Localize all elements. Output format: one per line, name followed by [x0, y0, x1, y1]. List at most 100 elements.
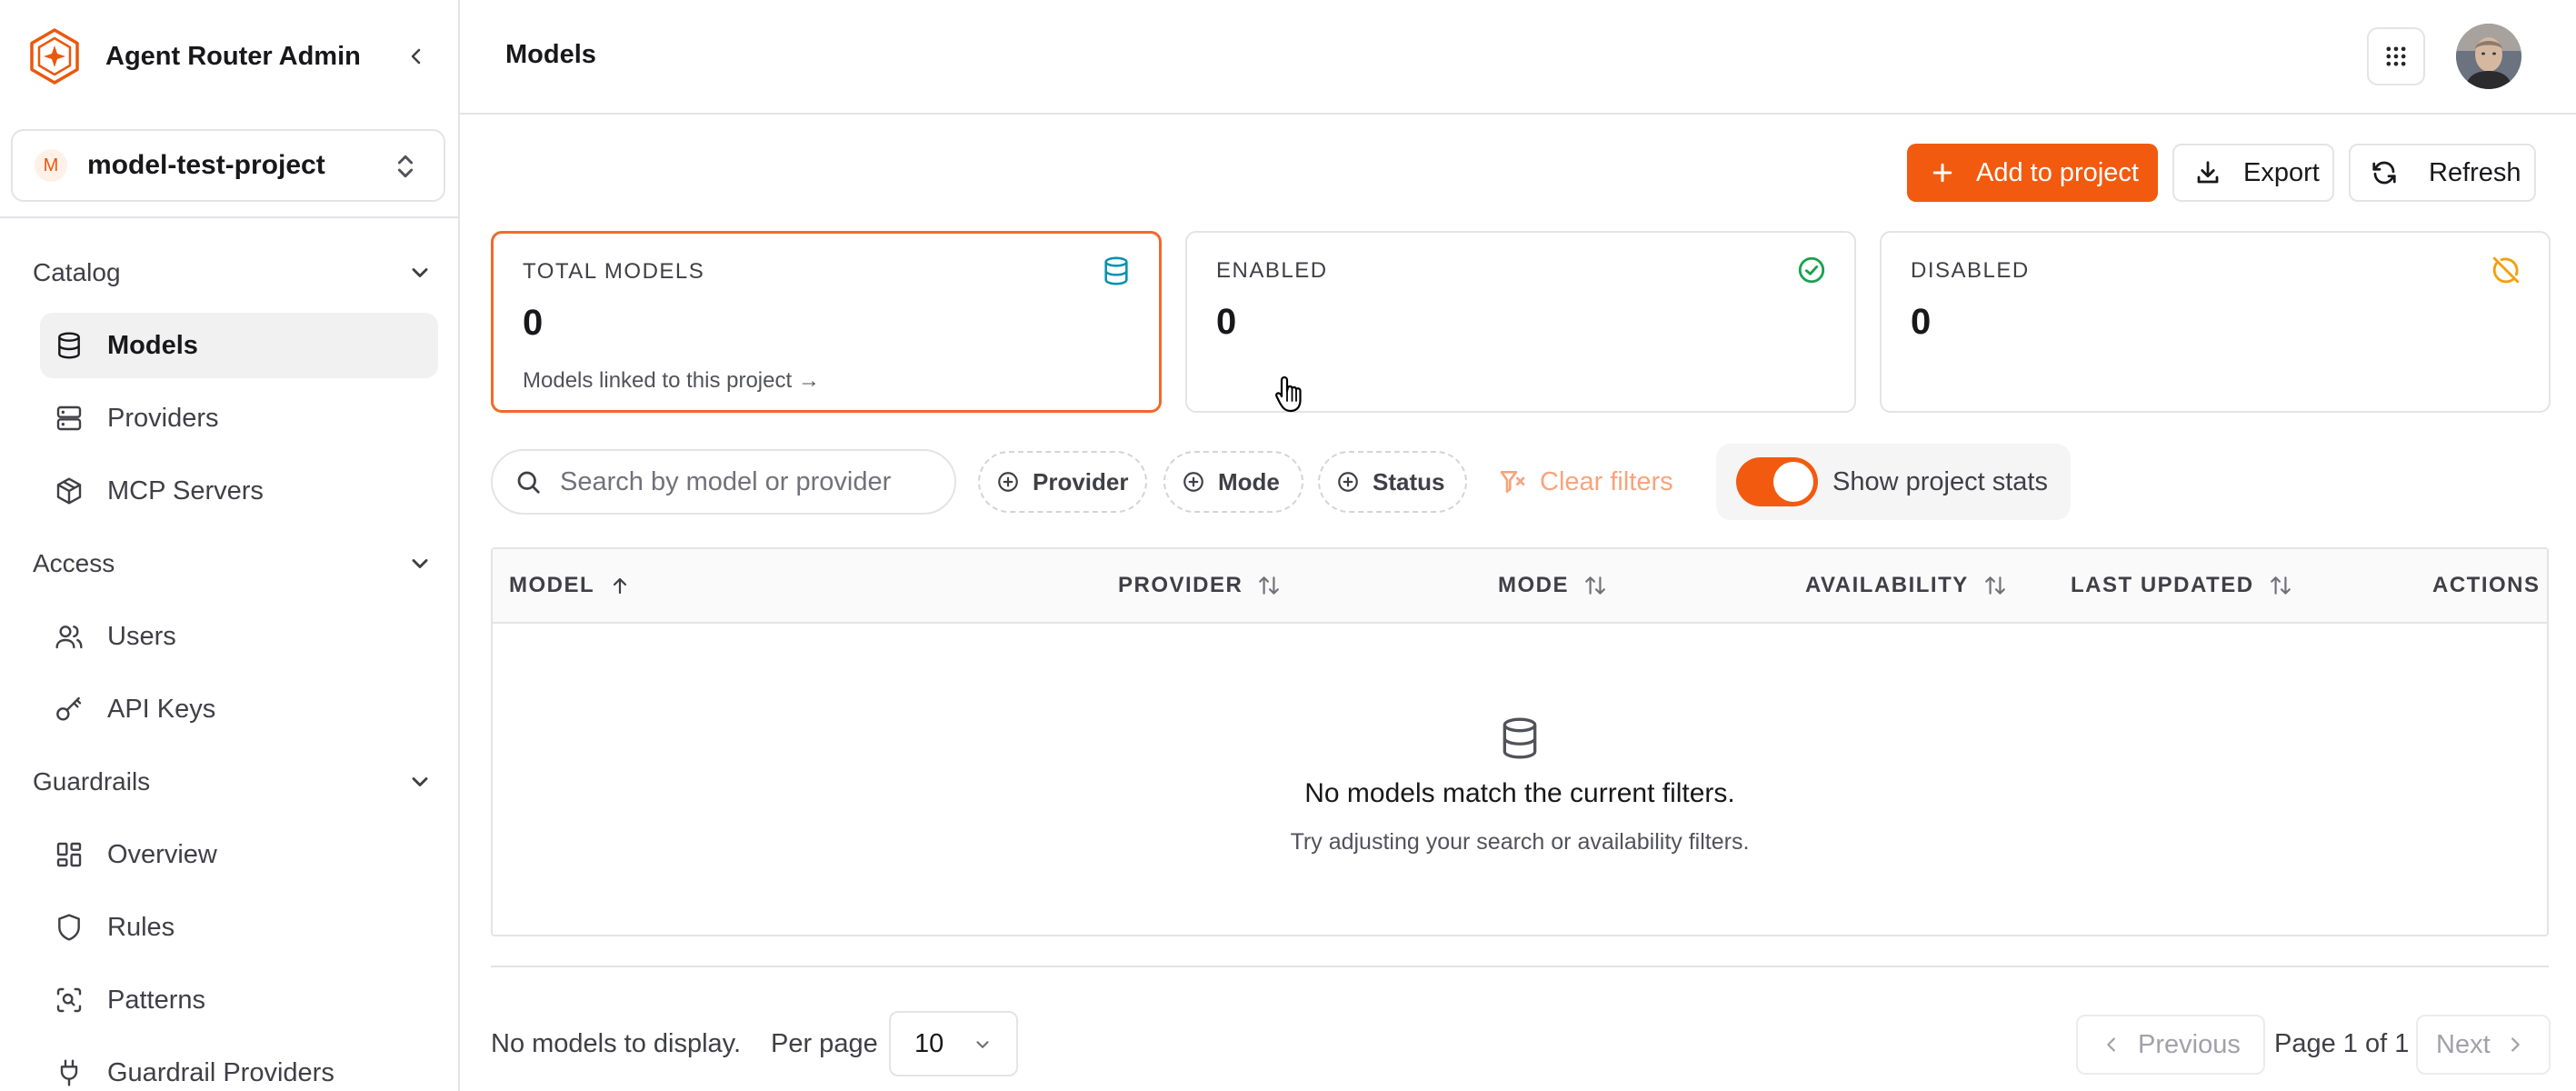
chevron-left-icon	[411, 48, 421, 65]
export-label: Export	[2243, 157, 2320, 187]
previous-label: Previous	[2138, 1029, 2241, 1059]
sidebar-item-rules[interactable]: Rules	[40, 895, 438, 960]
next-label: Next	[2436, 1029, 2491, 1059]
app-title: Agent Router Admin	[105, 41, 361, 71]
models-table: MODEL PROVIDER MODE AVAILABILITY LAST UP…	[491, 547, 2549, 936]
sidebar-item-label: Patterns	[107, 985, 205, 1015]
models-linked-link[interactable]: Models linked to this project →	[523, 368, 820, 394]
results-summary: No models to display.	[491, 1029, 742, 1058]
clear-filters-button[interactable]: Clear filters	[1498, 462, 1673, 502]
table-header: MODEL PROVIDER MODE AVAILABILITY LAST UP…	[493, 549, 2547, 624]
column-header-model[interactable]: MODEL	[509, 549, 631, 622]
stat-card-disabled: DISABLED 0	[1880, 231, 2551, 413]
chevron-down-icon	[412, 777, 428, 786]
toggle-knob	[1773, 462, 1813, 502]
per-page-select[interactable]: 10	[889, 1011, 1018, 1076]
sidebar-item-users[interactable]: Users	[40, 604, 438, 669]
column-label: AVAILABILITY	[1805, 573, 1969, 597]
stat-value: 0	[523, 303, 544, 343]
sort-icon	[1585, 576, 1605, 595]
sidebar-divider	[0, 216, 458, 218]
project-name: model-test-project	[87, 150, 325, 180]
sidebar-item-mcp-servers[interactable]: MCP Servers	[40, 458, 438, 524]
sort-icon	[1259, 576, 1280, 595]
project-selector[interactable]: M model-test-project	[11, 129, 445, 202]
search-icon	[517, 471, 540, 494]
circle-off-icon	[2492, 256, 2520, 284]
database-icon	[1104, 256, 1128, 285]
plug-icon	[60, 1059, 78, 1086]
sidebar-item-patterns[interactable]: Patterns	[40, 967, 438, 1033]
search-field[interactable]	[491, 449, 956, 515]
column-header-last-updated[interactable]: LAST UPDATED	[2071, 549, 2292, 622]
nav-group-access[interactable]: Access	[33, 538, 433, 589]
sidebar-item-label: Guardrail Providers	[107, 1057, 334, 1087]
toggle-label: Show project stats	[1832, 466, 2048, 496]
per-page-value: 10	[914, 1028, 944, 1058]
show-project-stats-toggle-row: Show project stats	[1716, 444, 2071, 520]
server-icon	[56, 405, 82, 431]
sidebar-item-label: API Keys	[107, 694, 216, 724]
sidebar-item-models[interactable]: Models	[40, 313, 438, 378]
shield-icon	[58, 914, 80, 941]
hand-pointer-cursor-icon	[1275, 375, 1302, 413]
nav-group-catalog[interactable]: Catalog	[33, 247, 433, 298]
brand: Agent Router Admin	[0, 0, 458, 113]
chevron-down-icon	[412, 268, 428, 277]
add-to-project-button[interactable]: Add to project	[1907, 144, 2158, 202]
column-label: ACTIONS	[2432, 573, 2541, 597]
sidebar-item-providers[interactable]: Providers	[40, 385, 438, 451]
previous-page-button[interactable]: Previous	[2076, 1015, 2265, 1075]
sort-icon	[2270, 576, 2291, 595]
search-input[interactable]	[560, 466, 924, 497]
next-page-button[interactable]: Next	[2416, 1015, 2551, 1075]
sidebar-item-label: Providers	[107, 403, 219, 433]
nav-group-label: Access	[33, 549, 115, 577]
apps-menu-button[interactable]	[2367, 27, 2425, 85]
filter-status-chip[interactable]: Status	[1318, 451, 1467, 513]
download-icon	[2197, 161, 2219, 184]
column-label: MODEL	[509, 573, 595, 597]
sidebar-item-label: Users	[107, 621, 176, 651]
avatar[interactable]	[2456, 24, 2521, 89]
empty-state: No models match the current filters. Try…	[493, 624, 2547, 936]
column-label: LAST UPDATED	[2071, 573, 2254, 597]
column-header-provider[interactable]: PROVIDER	[1118, 549, 1281, 622]
collapse-sidebar-button[interactable]	[400, 40, 433, 73]
column-header-availability[interactable]: AVAILABILITY	[1805, 549, 2007, 622]
sidebar-item-api-keys[interactable]: API Keys	[40, 676, 438, 742]
arrow-up-icon	[614, 577, 627, 595]
sidebar-item-label: Overview	[107, 839, 217, 869]
chevron-left-icon	[2107, 1037, 2115, 1052]
top-header: Models	[460, 0, 2576, 115]
sidebar-item-label: MCP Servers	[107, 475, 264, 505]
refresh-button[interactable]: Refresh	[2349, 144, 2536, 202]
users-icon	[55, 626, 83, 649]
sidebar-item-guardrail-providers[interactable]: Guardrail Providers	[40, 1040, 438, 1091]
chip-label: Provider	[1033, 467, 1129, 495]
sidebar-item-overview[interactable]: Overview	[40, 822, 438, 887]
export-button[interactable]: Export	[2172, 144, 2334, 202]
filter-x-icon	[1500, 471, 1525, 493]
column-label: PROVIDER	[1118, 573, 1243, 597]
nav-group-guardrails[interactable]: Guardrails	[33, 756, 433, 807]
filter-provider-chip[interactable]: Provider	[978, 451, 1147, 513]
stat-label: TOTAL MODELS	[523, 259, 705, 284]
divider	[491, 966, 2549, 967]
nav-group-label: Catalog	[33, 258, 121, 286]
chip-label: Status	[1373, 467, 1445, 495]
chevron-right-icon	[2511, 1037, 2520, 1052]
column-header-mode[interactable]: MODE	[1498, 549, 1607, 622]
show-project-stats-toggle[interactable]	[1736, 457, 1818, 506]
refresh-icon	[2372, 161, 2396, 185]
sidebar-item-label: Models	[107, 330, 198, 360]
chevrons-up-down-icon	[397, 155, 414, 178]
check-circle-icon	[1798, 256, 1825, 284]
stat-card-total-models[interactable]: TOTAL MODELS 0 Models linked to this pro…	[491, 231, 1162, 413]
filter-mode-chip[interactable]: Mode	[1163, 451, 1303, 513]
clear-filters-label: Clear filters	[1540, 466, 1673, 496]
empty-state-subtitle: Try adjusting your search or availabilit…	[1290, 829, 1750, 855]
grid-icon	[2386, 46, 2406, 66]
plus-icon	[1932, 163, 1952, 183]
database-icon	[58, 332, 80, 359]
